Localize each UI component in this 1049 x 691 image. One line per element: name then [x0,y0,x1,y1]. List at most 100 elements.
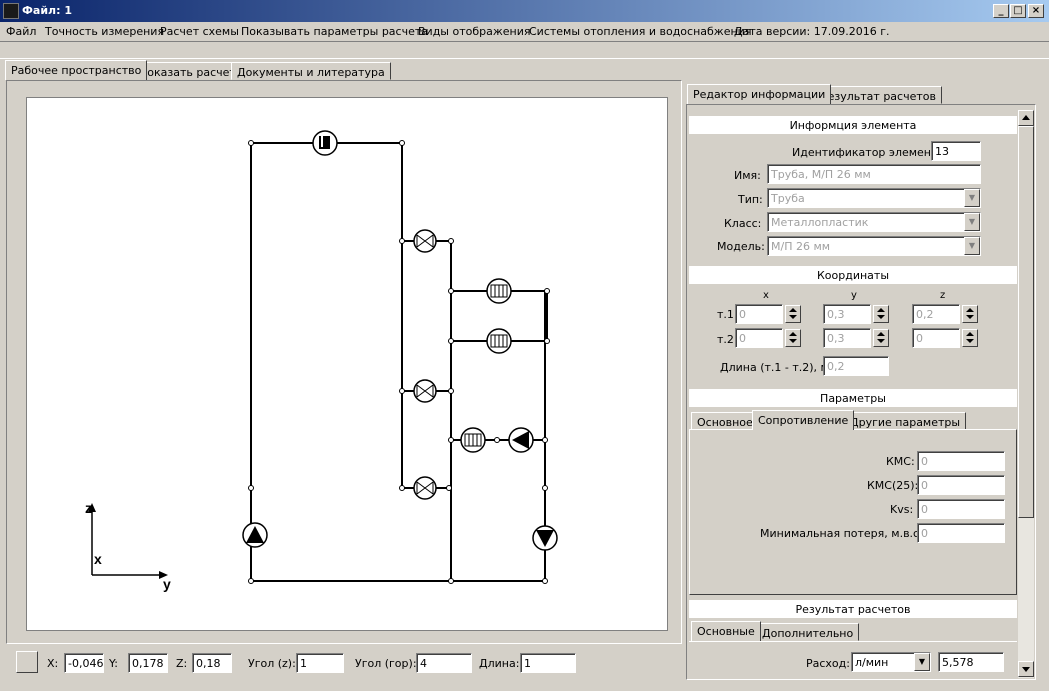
tab-documents[interactable]: Документы и литература [231,62,391,80]
model-value: М/П 26 мм [771,240,831,253]
x-coord-field[interactable]: -0,046 [64,653,104,673]
minimize-button[interactable]: _ [993,4,1009,18]
right-panel-scrollbar[interactable] [1018,110,1034,678]
z-coord-label: Z: [176,657,188,670]
flow-value-field[interactable]: 5,578 [938,652,1004,672]
type-select[interactable]: Труба ▼ [767,188,981,208]
pipe-nodes[interactable] [248,140,550,584]
menu-calculate-scheme[interactable]: Расчет схемы [160,25,239,38]
tab-calc-results[interactable]: Результат расчетов [815,86,942,104]
length-field[interactable]: 1 [520,653,576,673]
point2-z-spinner[interactable] [962,329,978,347]
scheme-canvas[interactable]: z x y [26,97,668,631]
min-loss-field[interactable]: 0 [917,523,1005,543]
chevron-down-icon[interactable]: ▼ [964,237,980,255]
chevron-down-icon[interactable]: ▼ [914,653,930,671]
tab-params-resistance[interactable]: Сопротивление [752,410,855,430]
class-select[interactable]: Металлопластик ▼ [767,212,981,232]
scroll-thumb[interactable] [1018,126,1034,518]
tab-workspace[interactable]: Рабочее пространство [5,60,148,80]
z-coord-field[interactable]: 0,18 [192,653,232,673]
status-color-button[interactable] [16,651,38,673]
tab-results-main[interactable]: Основные [691,621,761,641]
angle-hor-field[interactable]: 4 [416,653,472,673]
model-label: Модель: [717,240,765,253]
coord-col-z: z [940,290,946,301]
menu-heating-water-systems[interactable]: Системы отопления и водоснабжения [529,25,751,38]
angle-hor-label: Угол (гор): [355,657,417,670]
tab-results-additional[interactable]: Дополнительно [756,623,860,641]
point2-y-spinner[interactable] [873,329,889,347]
boiler-icon[interactable] [312,130,338,156]
point2-y-field[interactable]: 0,3 [823,328,871,348]
tab-show-calculation[interactable]: Показать расчет [133,62,242,80]
radiator-icon[interactable] [486,328,512,354]
point1-x-spinner[interactable] [785,305,801,323]
name-field[interactable]: Труба, М/П 26 мм [767,164,981,184]
angle-z-label: Угол (z): [248,657,296,670]
menu-measurement-precision[interactable]: Точность измерения [45,25,164,38]
class-label: Класс: [724,217,762,230]
point1-z-field[interactable]: 0,2 [912,304,960,324]
pump-icon[interactable] [532,525,558,551]
toolbar-strip [0,41,1049,59]
pump-icon[interactable] [242,522,268,548]
point2-x-field[interactable]: 0 [735,328,783,348]
maximize-button[interactable]: □ [1010,4,1026,18]
kms-field[interactable]: 0 [917,451,1005,471]
point2-x-spinner[interactable] [785,329,801,347]
chevron-down-icon[interactable]: ▼ [964,213,980,231]
menu-version-date: Дата версии: 17.09.2016 г. [734,25,890,38]
point1-x-field[interactable]: 0 [735,304,783,324]
kms25-field[interactable]: 0 [917,475,1005,495]
menu-file[interactable]: Файл [6,25,36,38]
kms25-label: КМС(25): [867,479,919,492]
menu-show-calc-params[interactable]: Показывать параметры расчета [241,25,428,38]
status-bar [6,648,682,680]
model-select[interactable]: М/П 26 мм ▼ [767,236,981,256]
point1-y-field[interactable]: 0,3 [823,304,871,324]
menu-display-views[interactable]: Виды отображения [418,25,531,38]
close-button[interactable]: × [1028,4,1044,18]
element-id-field[interactable]: 13 [931,141,981,161]
chevron-down-icon[interactable]: ▼ [964,189,980,207]
type-label: Тип: [738,193,763,206]
element-id-label: Идентификатор элемента: [792,146,948,159]
valve-icon[interactable] [413,476,437,500]
tab-params-other[interactable]: Другие параметры [844,412,967,430]
point1-z-spinner[interactable] [962,305,978,323]
radiator-icon[interactable] [460,427,486,453]
valve-icon[interactable] [413,379,437,403]
flow-label: Расход: [806,657,850,670]
radiator-icon[interactable] [486,278,512,304]
tab-info-editor[interactable]: Редактор информации [687,84,832,104]
tab-params-basic[interactable]: Основное [691,412,759,430]
x-coord-label: X: [47,657,59,670]
axis-y-label: y [163,576,171,592]
point1-y-spinner[interactable] [873,305,889,323]
menu-bar: Файл Точность измерения Расчет схемы Пок… [0,22,1049,41]
coord-col-x: x [763,290,769,301]
scroll-up-button[interactable] [1018,110,1034,126]
y-coord-label: Y: [109,657,118,670]
element-info-header: Информция элемента [689,116,1017,134]
segment-length-field[interactable]: 0,2 [823,356,889,376]
kms-label: КМС: [886,455,915,468]
scheme-drawing: z x y [85,130,558,592]
pipe-lines [250,142,548,582]
flow-unit-value: л/мин [855,656,889,669]
flow-unit-select[interactable]: л/мин ▼ [851,652,931,672]
angle-z-field[interactable]: 1 [296,653,344,673]
point2-z-field[interactable]: 0 [912,328,960,348]
valve-icon[interactable] [413,229,437,253]
arrow-down-icon [1022,667,1030,672]
coord-col-y: y [851,290,857,301]
title-bar: Файл: 1 _ □ × [0,0,1049,22]
pump-icon[interactable] [508,427,534,453]
scroll-down-button[interactable] [1018,661,1034,677]
axes-indicator: z x y [85,500,171,592]
y-coord-field[interactable]: 0,178 [128,653,168,673]
axis-x-label: x [94,551,102,567]
point1-label: т.1 [717,308,734,321]
kvs-field[interactable]: 0 [917,499,1005,519]
